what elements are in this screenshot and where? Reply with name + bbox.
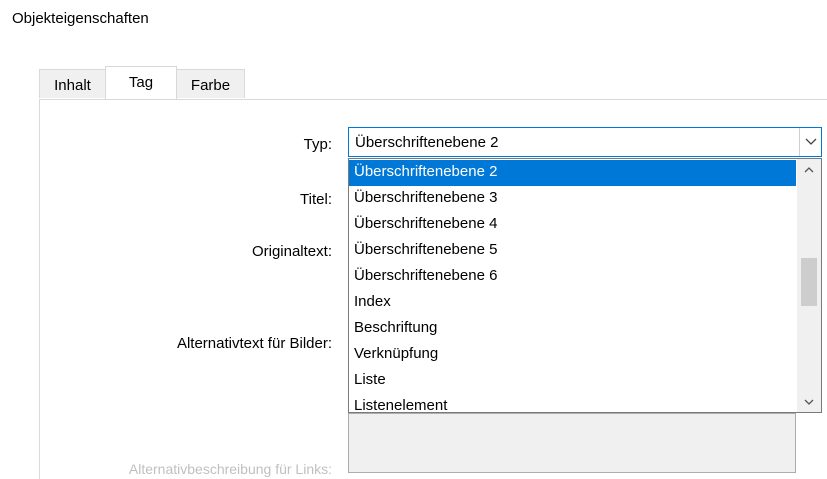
list-item[interactable]: Überschriftenebene 6 bbox=[349, 264, 796, 290]
original-text-label: Originaltext: bbox=[251, 243, 332, 260]
tab-farbe[interactable]: Farbe bbox=[176, 69, 245, 98]
type-dropdown-list[interactable]: Überschriftenebene 2 Überschriftenebene … bbox=[348, 158, 822, 413]
scroll-thumb[interactable] bbox=[801, 258, 817, 306]
type-select[interactable]: Überschriftenebene 2 bbox=[348, 127, 822, 157]
dialog-title: Objekteigenschaften bbox=[12, 10, 149, 27]
list-item[interactable]: Überschriftenebene 5 bbox=[349, 238, 796, 264]
title-label: Titel: bbox=[300, 191, 332, 208]
chevron-down-icon[interactable] bbox=[799, 128, 821, 156]
alt-desc-links-field[interactable] bbox=[348, 413, 796, 473]
list-item[interactable]: Überschriftenebene 2 bbox=[349, 160, 796, 186]
alt-text-images-label: Alternativtext für Bilder: bbox=[176, 335, 332, 352]
list-item[interactable]: Verknüpfung bbox=[349, 342, 796, 368]
list-item[interactable]: Überschriftenebene 4 bbox=[349, 212, 796, 238]
list-item[interactable]: Index bbox=[349, 290, 796, 316]
list-item[interactable]: Liste bbox=[349, 368, 796, 394]
list-item[interactable]: Überschriftenebene 3 bbox=[349, 186, 796, 212]
alt-desc-links-label: Alternativbeschreibung für Links: bbox=[128, 461, 332, 477]
chevron-down-icon[interactable] bbox=[797, 392, 821, 412]
chevron-up-icon[interactable] bbox=[797, 159, 821, 179]
type-select-value: Überschriftenebene 2 bbox=[355, 134, 499, 151]
list-item[interactable]: Beschriftung bbox=[349, 316, 796, 342]
tab-tag[interactable]: Tag bbox=[105, 66, 177, 99]
type-label: Typ: bbox=[303, 136, 332, 153]
tab-inhalt[interactable]: Inhalt bbox=[39, 69, 106, 98]
tab-bar: Inhalt Tag Farbe bbox=[39, 66, 827, 99]
dropdown-scrollbar[interactable] bbox=[797, 159, 821, 412]
list-item[interactable]: Listenelement bbox=[349, 394, 796, 412]
